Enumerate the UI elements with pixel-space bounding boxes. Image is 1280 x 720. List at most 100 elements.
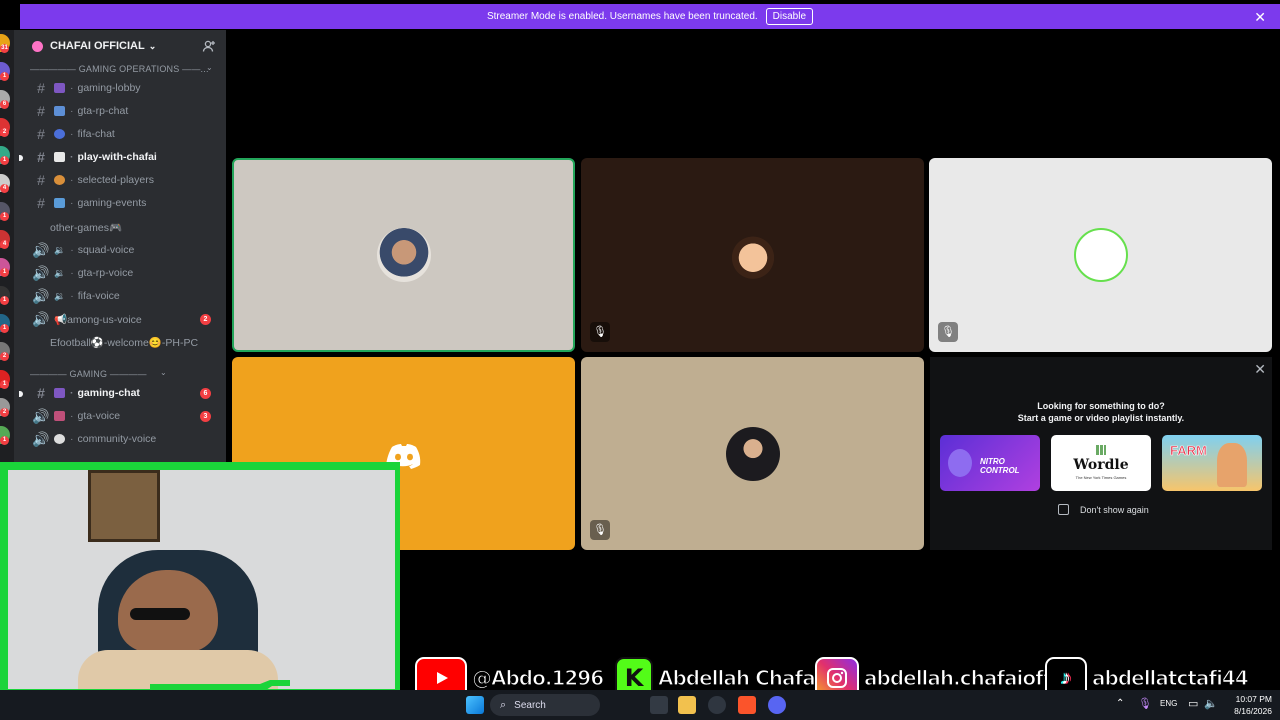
channel-label: gaming-lobby bbox=[77, 82, 141, 94]
grid-icon bbox=[1096, 445, 1106, 455]
dont-show-again-checkbox[interactable]: Don't show again bbox=[1058, 504, 1149, 515]
channel-play-with-chafai[interactable]: # · play-with-chafai bbox=[28, 147, 218, 167]
close-icon[interactable]: ✕ bbox=[1254, 9, 1266, 26]
speaker-icon: 🔉 bbox=[54, 245, 66, 255]
file-explorer-icon[interactable] bbox=[678, 696, 696, 714]
avatar bbox=[1073, 228, 1128, 282]
participant-tile[interactable]: 🎙 bbox=[929, 158, 1272, 352]
channel-squad-voice[interactable]: 🔊 🔉 · squad-voice bbox=[28, 240, 218, 260]
channel-gta-voice[interactable]: 🔊 · gta-voice 3 bbox=[28, 406, 218, 426]
hashtag-icon: # bbox=[37, 195, 45, 211]
channel-label: fifa-chat bbox=[77, 128, 115, 140]
hashtag-icon: # bbox=[37, 126, 45, 142]
hashtag-icon: # bbox=[37, 385, 45, 401]
channel-label: other-games🎮 bbox=[50, 221, 123, 234]
channel-among-us-voice[interactable]: 🔊 📢among-us-voice 2 bbox=[28, 309, 218, 329]
channel-label: gaming-chat bbox=[77, 387, 140, 399]
game-nitro-control[interactable]: NITRO CONTROL bbox=[940, 435, 1040, 491]
game-title: FARM bbox=[1170, 443, 1207, 459]
channel-community-voice[interactable]: 🔊 · community-voice bbox=[28, 429, 218, 449]
brave-browser-icon[interactable] bbox=[738, 696, 756, 714]
channel-label: gta-rp-chat bbox=[77, 105, 129, 117]
category-gaming-operations[interactable]: ————— GAMING OPERATIONS ——... bbox=[30, 64, 209, 74]
taskbar-search[interactable]: ⌕ Search bbox=[490, 694, 600, 716]
server-header[interactable]: CHAFAI OFFICIAL ⌄ bbox=[14, 30, 226, 62]
speaker-icon: 🔉 bbox=[54, 268, 66, 278]
app-icon[interactable] bbox=[708, 696, 726, 714]
close-icon[interactable]: ✕ bbox=[1254, 361, 1266, 378]
streamer-mode-banner: Streamer Mode is enabled. Usernames have… bbox=[20, 4, 1280, 29]
rail-badge: 1 bbox=[0, 380, 9, 389]
game-title: NITRO CONTROL bbox=[980, 457, 1020, 475]
sunglasses bbox=[130, 608, 190, 620]
speaker-icon: 🔊 bbox=[32, 287, 50, 304]
medal-icon bbox=[54, 175, 65, 185]
channel-fifa-chat[interactable]: # · fifa-chat bbox=[28, 124, 218, 144]
game-title: Wordle bbox=[1073, 457, 1129, 473]
language-indicator[interactable]: ENG bbox=[1160, 699, 1177, 708]
category-other-games[interactable]: other-games🎮 bbox=[28, 217, 218, 237]
wall-frame bbox=[88, 470, 160, 542]
channel-label: Efootball⚽-welcome😊-PH-PC bbox=[50, 336, 199, 349]
task-view-icon[interactable] bbox=[650, 696, 668, 714]
search-label: Search bbox=[514, 699, 546, 711]
server-icon bbox=[32, 40, 43, 52]
mention-badge: 2 bbox=[200, 314, 211, 325]
channel-label: community-voice bbox=[77, 433, 157, 445]
muted-mic-icon: 🎙 bbox=[938, 322, 958, 342]
participant-tile[interactable] bbox=[232, 158, 575, 352]
channel-gaming-events[interactable]: # · gaming-events bbox=[28, 193, 218, 213]
disable-button[interactable]: Disable bbox=[765, 8, 814, 25]
invite-people-icon[interactable] bbox=[202, 39, 216, 53]
channel-gta-rp-voice[interactable]: 🔊 🔉 · gta-rp-voice bbox=[28, 263, 218, 283]
channel-gaming-chat[interactable]: # · gaming-chat 6 bbox=[28, 383, 218, 403]
globe-icon bbox=[54, 129, 65, 139]
channel-label: squad-voice bbox=[77, 244, 135, 256]
activity-title: Looking for something to do? bbox=[1037, 401, 1165, 411]
channel-gaming-lobby[interactable]: # · gaming-lobby bbox=[28, 78, 218, 98]
participant-tile[interactable]: 🎙 bbox=[581, 357, 924, 550]
rail-badge: 2 bbox=[0, 352, 9, 361]
volume-icon[interactable]: 🔈 bbox=[1204, 697, 1218, 710]
hashtag-icon: # bbox=[37, 149, 45, 165]
speaker-icon: 🔉 bbox=[54, 291, 66, 301]
speaker-icon: 🔊 bbox=[32, 310, 50, 327]
rail-badge: 1 bbox=[0, 296, 9, 305]
speaker-icon: 🔊 bbox=[32, 264, 50, 281]
rail-badge: 1 bbox=[0, 324, 9, 333]
channel-gta-rp-chat[interactable]: # · gta-rp-chat bbox=[28, 101, 218, 121]
game-wordle[interactable]: Wordle The New York Times Games bbox=[1051, 435, 1151, 491]
network-icon[interactable]: ▭ bbox=[1188, 697, 1198, 710]
speaker-icon: 🔊 bbox=[32, 407, 50, 424]
search-icon: ⌕ bbox=[500, 698, 507, 711]
channel-selected-players[interactable]: # · selected-players bbox=[28, 170, 218, 190]
rail-badge: 4 bbox=[0, 240, 9, 249]
rail-badge: 1 bbox=[0, 72, 9, 81]
channel-efootball[interactable]: Efootball⚽-welcome😊-PH-PC bbox=[28, 332, 218, 352]
rail-badge: 1 bbox=[0, 268, 9, 277]
rail-badge: 4 bbox=[0, 184, 9, 193]
rail-badge: 6 bbox=[0, 100, 9, 109]
unread-indicator bbox=[19, 155, 23, 161]
tiktok-text: abdellatctafi44 bbox=[1091, 665, 1249, 690]
dice-icon bbox=[54, 434, 65, 444]
microphone-icon[interactable]: 🎙 bbox=[1138, 697, 1152, 710]
webcam-overlay bbox=[0, 462, 400, 704]
discord-taskbar-icon[interactable] bbox=[768, 696, 786, 714]
rail-badge: 31 bbox=[0, 44, 9, 53]
mention-badge: 3 bbox=[200, 411, 211, 422]
channel-fifa-voice[interactable]: 🔊 🔉 · fifa-voice bbox=[28, 286, 218, 306]
windows-start-icon[interactable] bbox=[466, 696, 484, 714]
character-icon bbox=[948, 449, 972, 477]
category-gaming[interactable]: ———— GAMING ———— bbox=[30, 369, 147, 379]
chevron-up-icon[interactable]: ⌃ bbox=[1116, 698, 1124, 709]
mention-badge: 6 bbox=[200, 388, 211, 399]
chevron-down-icon: ⌄ bbox=[206, 63, 213, 72]
car-icon bbox=[54, 411, 65, 421]
checkbox[interactable] bbox=[1058, 504, 1069, 515]
page-icon bbox=[54, 152, 65, 162]
character-icon bbox=[1217, 443, 1247, 487]
game-farm[interactable]: FARM bbox=[1162, 435, 1262, 491]
participant-tile[interactable]: 🎙 bbox=[581, 158, 924, 352]
clock[interactable]: 10:07 PM 8/16/2026 bbox=[1222, 693, 1272, 717]
